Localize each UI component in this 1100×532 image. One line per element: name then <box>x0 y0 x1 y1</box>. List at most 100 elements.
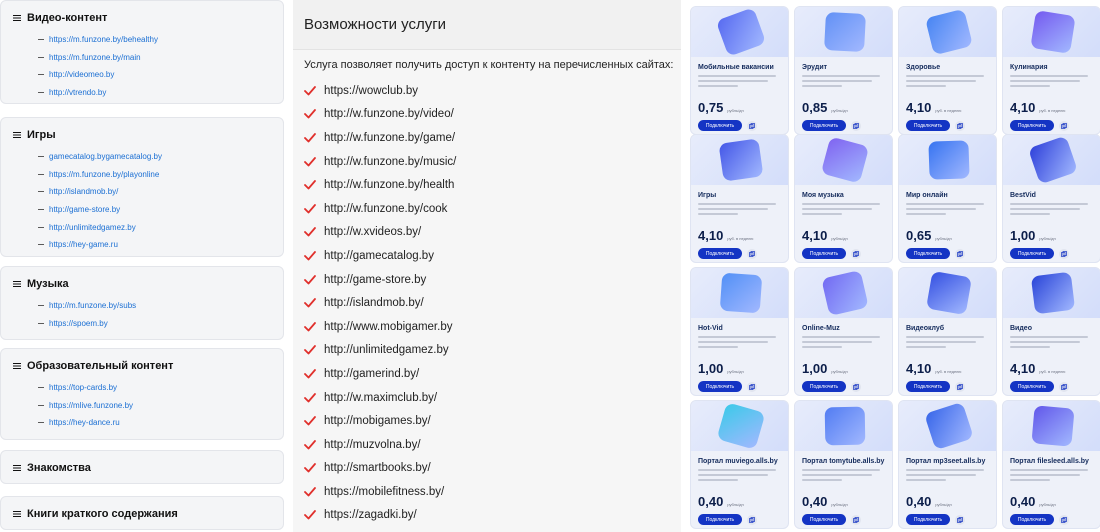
service-tile[interactable]: Видео 4,10 руб. в неделю Подключить <box>1002 267 1100 396</box>
connect-button[interactable]: Подключить <box>906 381 950 392</box>
tile-body: Мобильные вакансии 0,75 рубль/дн Подключить <box>691 57 788 134</box>
copy-icon[interactable] <box>851 514 861 525</box>
connect-button[interactable]: Подключить <box>698 381 742 392</box>
copy-icon[interactable] <box>1059 381 1069 392</box>
service-tile[interactable]: Здоровье 4,10 руб. в неделю Подключить <box>898 6 997 135</box>
copy-icon[interactable] <box>1059 120 1069 131</box>
price-unit: руб. в неделю <box>727 236 754 241</box>
copy-icon[interactable] <box>955 381 965 392</box>
category-title-text: Музыка <box>27 278 69 290</box>
list-item: https://m.funzone.by/main <box>13 49 271 67</box>
tile-description <box>1010 75 1093 87</box>
connect-button[interactable]: Подключить <box>698 248 742 259</box>
copy-icon[interactable] <box>747 514 757 525</box>
service-tile[interactable]: Мобильные вакансии 0,75 рубль/дн Подключить <box>690 6 789 135</box>
site-list-item: http://gamerind.by/ <box>293 362 681 386</box>
illustration-shape <box>1030 10 1076 54</box>
connect-button[interactable]: Подключить <box>802 248 846 259</box>
copy-icon[interactable] <box>1059 514 1069 525</box>
connect-button[interactable]: Подключить <box>802 514 846 525</box>
service-tile[interactable]: Видеоклуб 4,10 руб. в неделю Подключить <box>898 267 997 396</box>
site-link[interactable]: http://vtrendo.by <box>49 88 106 97</box>
site-link[interactable]: http://videomeo.by <box>49 70 114 79</box>
service-tile[interactable]: Моя музыка 4,10 рубль/дн Подключить <box>794 134 893 263</box>
copy-icon[interactable] <box>955 120 965 131</box>
service-tile[interactable]: Игры 4,10 руб. в неделю Подключить <box>690 134 789 263</box>
service-tile[interactable]: Портал mp3seet.alls.by 0,40 рубль/дн Подклю… <box>898 400 997 529</box>
site-link[interactable]: https://mlive.funzone.by <box>49 401 133 410</box>
service-tile[interactable]: Портал filesleed.alls.by 0,40 рубль/дн Подк… <box>1002 400 1100 529</box>
site-link[interactable]: http://islandmob.by/ <box>49 187 118 196</box>
copy-icon[interactable] <box>851 381 861 392</box>
site-link[interactable]: https://spoem.by <box>49 319 108 328</box>
service-tile[interactable]: Портал tomytube.alls.by 0,40 рубль/дн Подкл… <box>794 400 893 529</box>
site-link[interactable]: gamecatalog.bygamecatalog.by <box>49 152 162 161</box>
price-value: 0,40 <box>698 494 724 509</box>
copy-icon[interactable] <box>955 514 965 525</box>
connect-button[interactable]: Подключить <box>906 120 950 131</box>
connect-button[interactable]: Подключить <box>906 248 950 259</box>
copy-icon[interactable] <box>747 120 757 131</box>
connect-button[interactable]: Подключить <box>802 120 846 131</box>
tile-illustration <box>1003 135 1100 185</box>
site-link[interactable]: https://hey-game.ru <box>49 240 118 249</box>
site-link[interactable]: http://unlimitedgamez.by <box>49 223 136 232</box>
connect-button[interactable]: Подключить <box>1010 248 1054 259</box>
service-tile[interactable]: BestVid 1,00 рубль/дн Подключить <box>1002 134 1100 263</box>
service-tile[interactable]: Hot-Vid 1,00 рубль/дн Подключить <box>690 267 789 396</box>
site-link[interactable]: https://hey-dance.ru <box>49 418 120 427</box>
category-title[interactable]: Знакомства <box>13 461 271 475</box>
tile-description <box>802 336 885 348</box>
connect-button[interactable]: Подключить <box>1010 381 1054 392</box>
illustration-shape <box>1031 405 1075 447</box>
site-list-item: http://w.funzone.by/music/ <box>293 150 681 174</box>
category-title[interactable]: Книги краткого содержания <box>13 507 271 521</box>
service-tile[interactable]: Эрудит 0,85 рубль/дн Подключить <box>794 6 893 135</box>
tile-price: 0,65 рубль/дн <box>906 228 952 243</box>
tile-title: Hot-Vid <box>698 325 723 332</box>
site-link[interactable]: https://m.funzone.by/playonline <box>49 170 159 179</box>
copy-icon[interactable] <box>1059 248 1069 259</box>
tile-body: Hot-Vid 1,00 рубль/дн Подключить <box>691 318 788 395</box>
tile-body: Видеоклуб 4,10 руб. в неделю Подключить <box>899 318 996 395</box>
site-list-item: http://muzvolna.by/ <box>293 433 681 457</box>
tile-description <box>698 203 781 215</box>
service-tile[interactable]: Online-Muz 1,00 рубль/дн Подключить <box>794 267 893 396</box>
connect-button[interactable]: Подключить <box>906 514 950 525</box>
category-title[interactable]: Видео-контент <box>13 11 271 25</box>
intro-text: Услуга позволяет получить доступ к конте… <box>304 59 674 71</box>
price-value: 1,00 <box>1010 228 1036 243</box>
page-title: Возможности услуги <box>293 0 681 50</box>
tile-body: Портал filesleed.alls.by 0,40 рубль/дн Подк… <box>1003 451 1100 528</box>
connect-button[interactable]: Подключить <box>698 120 742 131</box>
connect-button[interactable]: Подключить <box>1010 120 1054 131</box>
tile-actions: Подключить <box>802 381 861 392</box>
site-link[interactable]: http://game-store.by <box>49 205 120 214</box>
connect-button[interactable]: Подключить <box>1010 514 1054 525</box>
illustration-shape <box>821 269 869 317</box>
site-link[interactable]: http://m.funzone.by/subs <box>49 301 136 310</box>
copy-icon[interactable] <box>747 381 757 392</box>
check-icon <box>304 486 316 497</box>
category-title[interactable]: Музыка <box>13 277 271 291</box>
site-list-item: http://w.funzone.by/cook <box>293 197 681 221</box>
copy-icon[interactable] <box>955 248 965 259</box>
service-tile[interactable]: Портал muviego.alls.by 0,40 рубль/дн Подклю… <box>690 400 789 529</box>
category-title[interactable]: Образовательный контент <box>13 359 271 373</box>
connect-button[interactable]: Подключить <box>698 514 742 525</box>
list-icon <box>13 14 21 22</box>
site-link[interactable]: https://top-cards.by <box>49 383 117 392</box>
copy-icon[interactable] <box>851 248 861 259</box>
tile-price: 1,00 рубль/дн <box>802 361 848 376</box>
list-item: https://spoem.by <box>13 315 271 333</box>
illustration-shape <box>716 402 766 450</box>
category-title[interactable]: Игры <box>13 128 271 142</box>
site-link[interactable]: https://m.funzone.by/behealthy <box>49 35 158 44</box>
service-tile[interactable]: Мир онлайн 0,65 рубль/дн Подключить <box>898 134 997 263</box>
copy-icon[interactable] <box>851 120 861 131</box>
copy-icon[interactable] <box>747 248 757 259</box>
category-title-text: Знакомства <box>27 462 91 474</box>
site-link[interactable]: https://m.funzone.by/main <box>49 53 141 62</box>
connect-button[interactable]: Подключить <box>802 381 846 392</box>
service-tile[interactable]: Кулинария 4,10 руб. в неделю Подключить <box>1002 6 1100 135</box>
